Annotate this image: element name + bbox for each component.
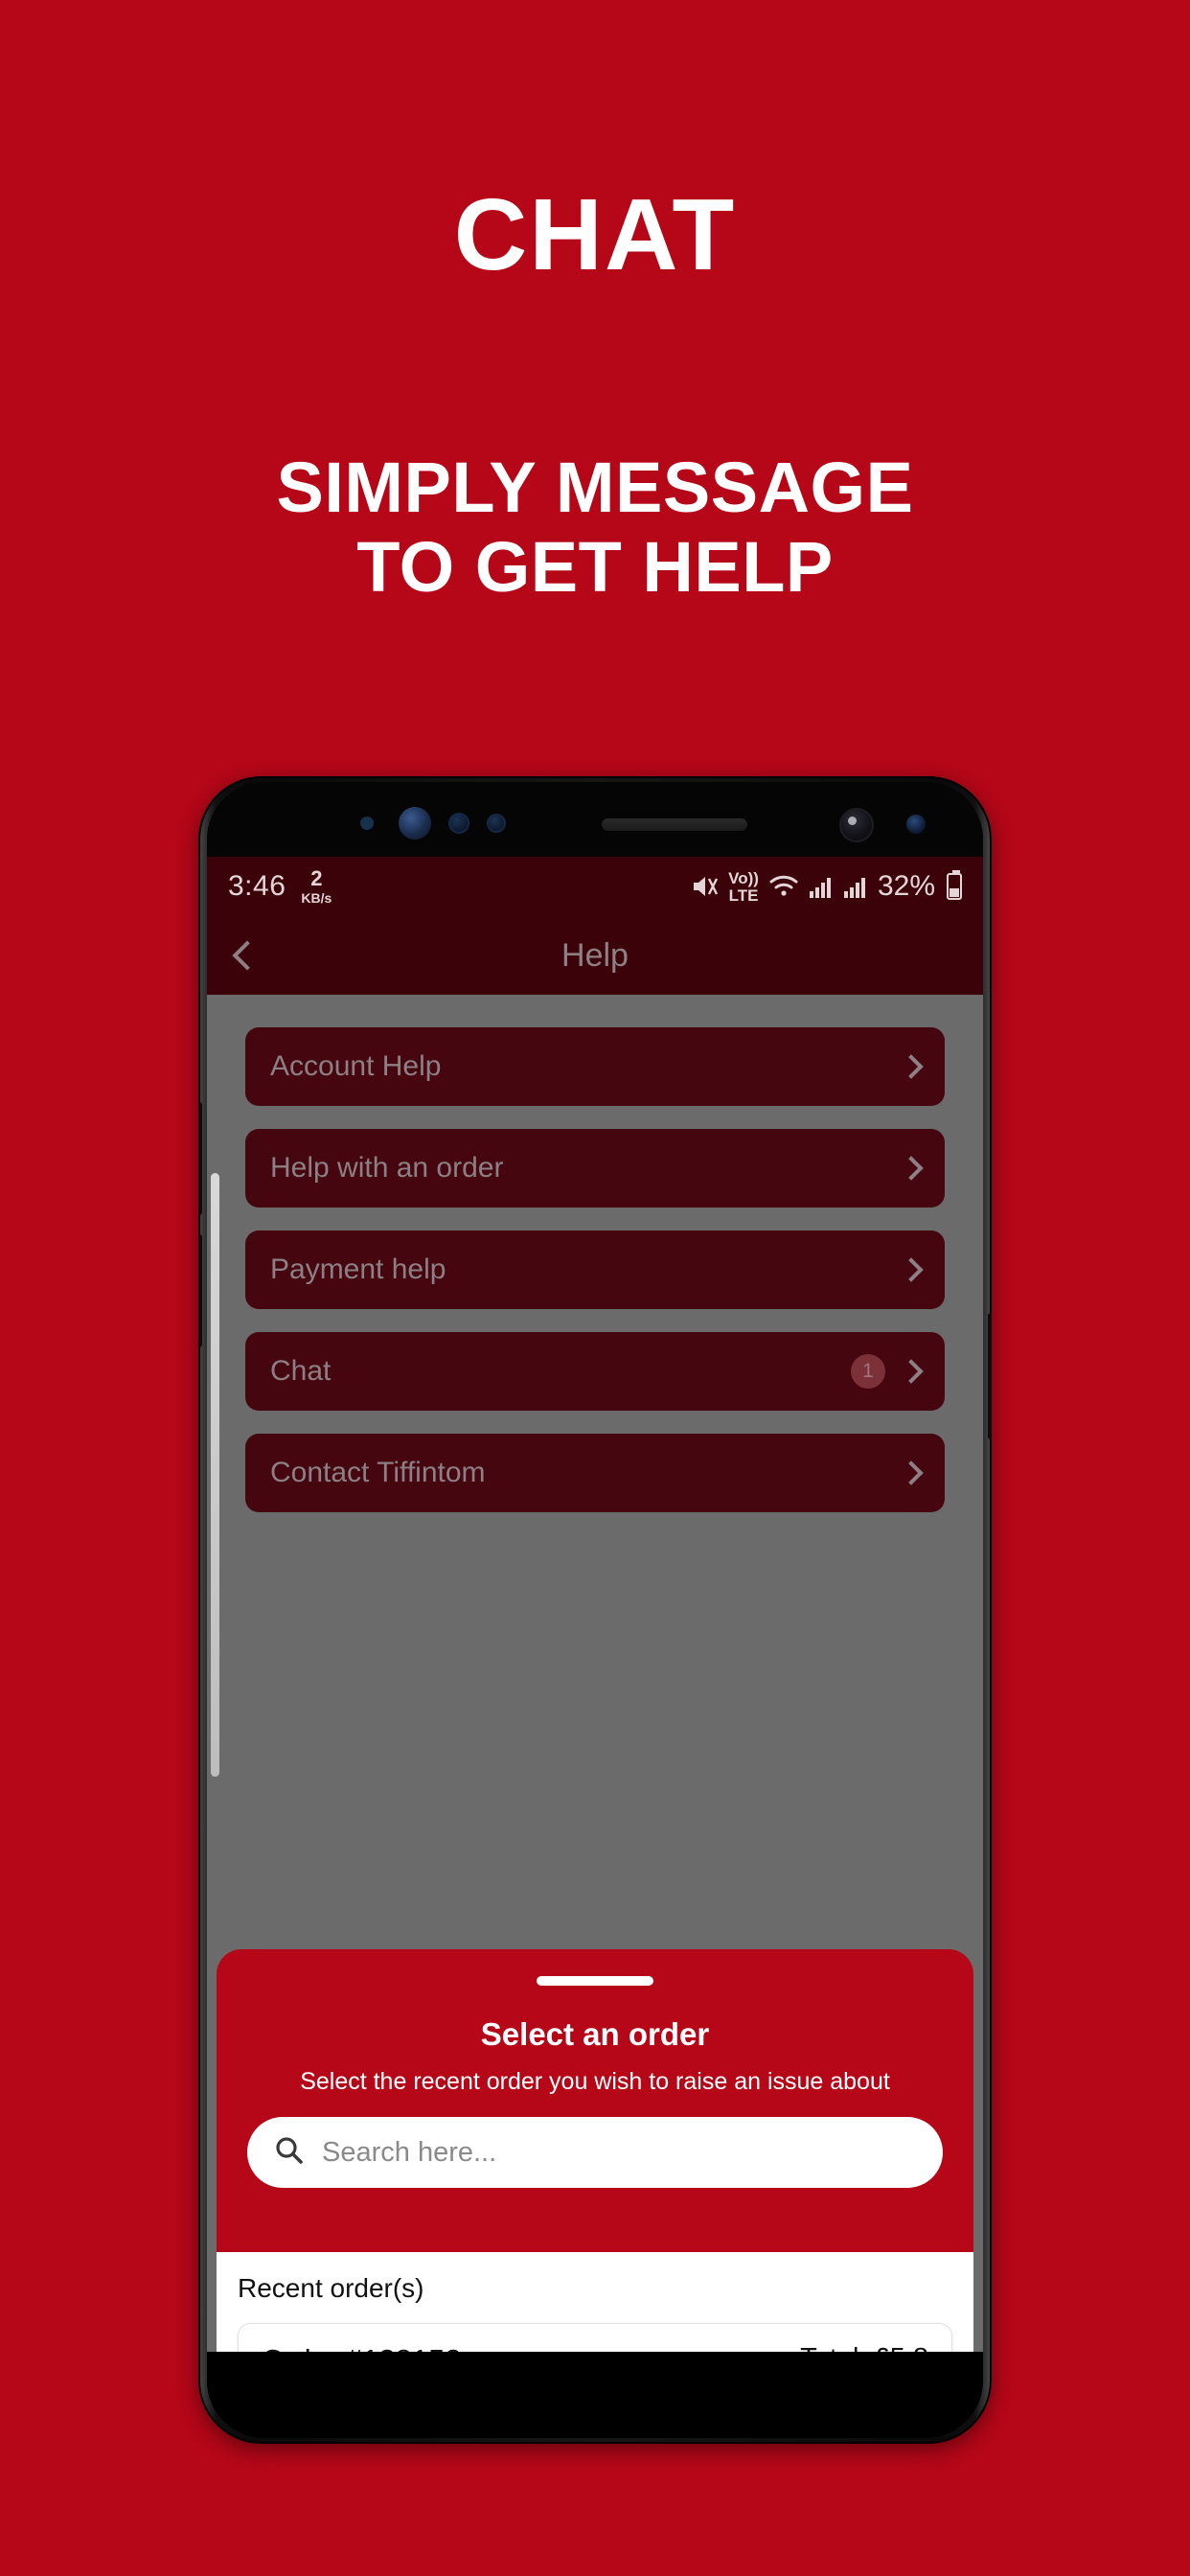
proximity-sensor-icon — [448, 813, 469, 834]
front-camera-icon — [839, 808, 874, 842]
drag-handle[interactable] — [537, 1976, 653, 1986]
help-row-chat[interactable]: Chat 1 — [245, 1332, 945, 1411]
app-screen: 3:46 2 KB/s Vo)) LTE 32% Help Account He… — [207, 857, 983, 2352]
signal-bars-icon-secondary — [843, 874, 868, 899]
help-row-account-help[interactable]: Account Help — [245, 1027, 945, 1106]
led-indicator-icon — [906, 815, 926, 834]
iris-scanner-icon — [399, 807, 431, 840]
help-row-contact-tiffintom[interactable]: Contact Tiffintom — [245, 1434, 945, 1512]
network-speed-indicator: 2 KB/s — [301, 866, 332, 906]
earpiece-speaker — [602, 818, 747, 831]
search-icon — [274, 2135, 305, 2171]
order-total: Total: £5.8 — [800, 2343, 928, 2352]
chevron-right-icon — [899, 1460, 924, 1485]
phone-screen-area: 3:46 2 KB/s Vo)) LTE 32% Help Account He… — [207, 782, 983, 2438]
recent-orders-label: Recent order(s) — [238, 2273, 424, 2303]
chevron-right-icon — [899, 1257, 924, 1282]
help-list: Account Help Help with an order Payment … — [207, 995, 983, 1512]
chevron-right-icon — [899, 1359, 924, 1384]
help-row-label: Contact Tiffintom — [270, 1457, 486, 1488]
system-navigation-bar — [207, 2352, 983, 2438]
search-bar[interactable] — [247, 2117, 943, 2188]
volte-line-2: LTE — [728, 886, 759, 905]
status-bar-icons: Vo)) LTE 32% — [692, 870, 962, 904]
order-card-left: Order #138152 Mon 15, Feb — [262, 2343, 462, 2352]
sensor-icon — [360, 816, 374, 830]
recent-orders-panel: Recent order(s) Order #138152 Mon 15, Fe… — [217, 2252, 973, 2352]
search-input[interactable] — [322, 2136, 916, 2169]
volume-down-button[interactable] — [198, 1234, 202, 1347]
chevron-right-icon — [899, 1156, 924, 1181]
help-row-label: Account Help — [270, 1050, 442, 1082]
help-row-help-with-an-order[interactable]: Help with an order — [245, 1129, 945, 1208]
chevron-right-icon — [899, 1054, 924, 1079]
subtitle-line-1: SIMPLY MESSAGE — [276, 448, 914, 527]
mute-icon — [692, 874, 719, 899]
wifi-icon — [768, 874, 799, 899]
app-bar-title: Help — [561, 936, 629, 974]
order-card-right: Total: £5.8 Cash on delivery — [721, 2343, 928, 2352]
help-row-label: Chat — [270, 1355, 332, 1387]
select-order-bottom-sheet: Select an order Select the recent order … — [217, 1949, 973, 2352]
signal-bars-icon — [809, 874, 834, 899]
network-speed-value: 2 — [310, 866, 323, 890]
order-id: Order #138152 — [262, 2343, 462, 2352]
help-row-payment-help[interactable]: Payment help — [245, 1230, 945, 1309]
bottom-sheet-title: Select an order — [480, 2016, 710, 2052]
volume-up-button[interactable] — [198, 1102, 202, 1215]
order-card[interactable]: Order #138152 Mon 15, Feb Total: £5.8 Ca… — [238, 2323, 952, 2352]
phone-top-bezel — [207, 782, 983, 857]
page-title: CHAT — [453, 178, 737, 291]
battery-icon — [947, 870, 962, 900]
help-row-label: Payment help — [270, 1254, 446, 1285]
phone-mockup: 3:46 2 KB/s Vo)) LTE 32% Help Account He… — [198, 776, 992, 2444]
network-speed-unit: KB/s — [301, 890, 332, 906]
battery-percent-label: 32% — [877, 870, 935, 902]
unread-badge: 1 — [851, 1354, 885, 1389]
page-subtitle: SIMPLY MESSAGE TO GET HELP — [0, 448, 1190, 608]
subtitle-line-2: TO GET HELP — [356, 526, 834, 607]
power-button[interactable] — [988, 1313, 992, 1439]
light-sensor-icon — [487, 814, 506, 833]
promo-poster: CHAT SIMPLY MESSAGE TO GET HELP 3:46 2 K… — [0, 0, 1190, 2576]
bottom-sheet-subtitle: Select the recent order you wish to rais… — [300, 2068, 890, 2095]
volte-line-1: Vo)) — [728, 868, 759, 887]
app-bar: Help — [207, 916, 983, 995]
volte-icon: Vo)) LTE — [728, 870, 759, 904]
status-bar: 3:46 2 KB/s Vo)) LTE 32% — [207, 857, 983, 916]
help-row-label: Help with an order — [270, 1152, 504, 1184]
status-bar-clock: 3:46 — [228, 870, 286, 902]
